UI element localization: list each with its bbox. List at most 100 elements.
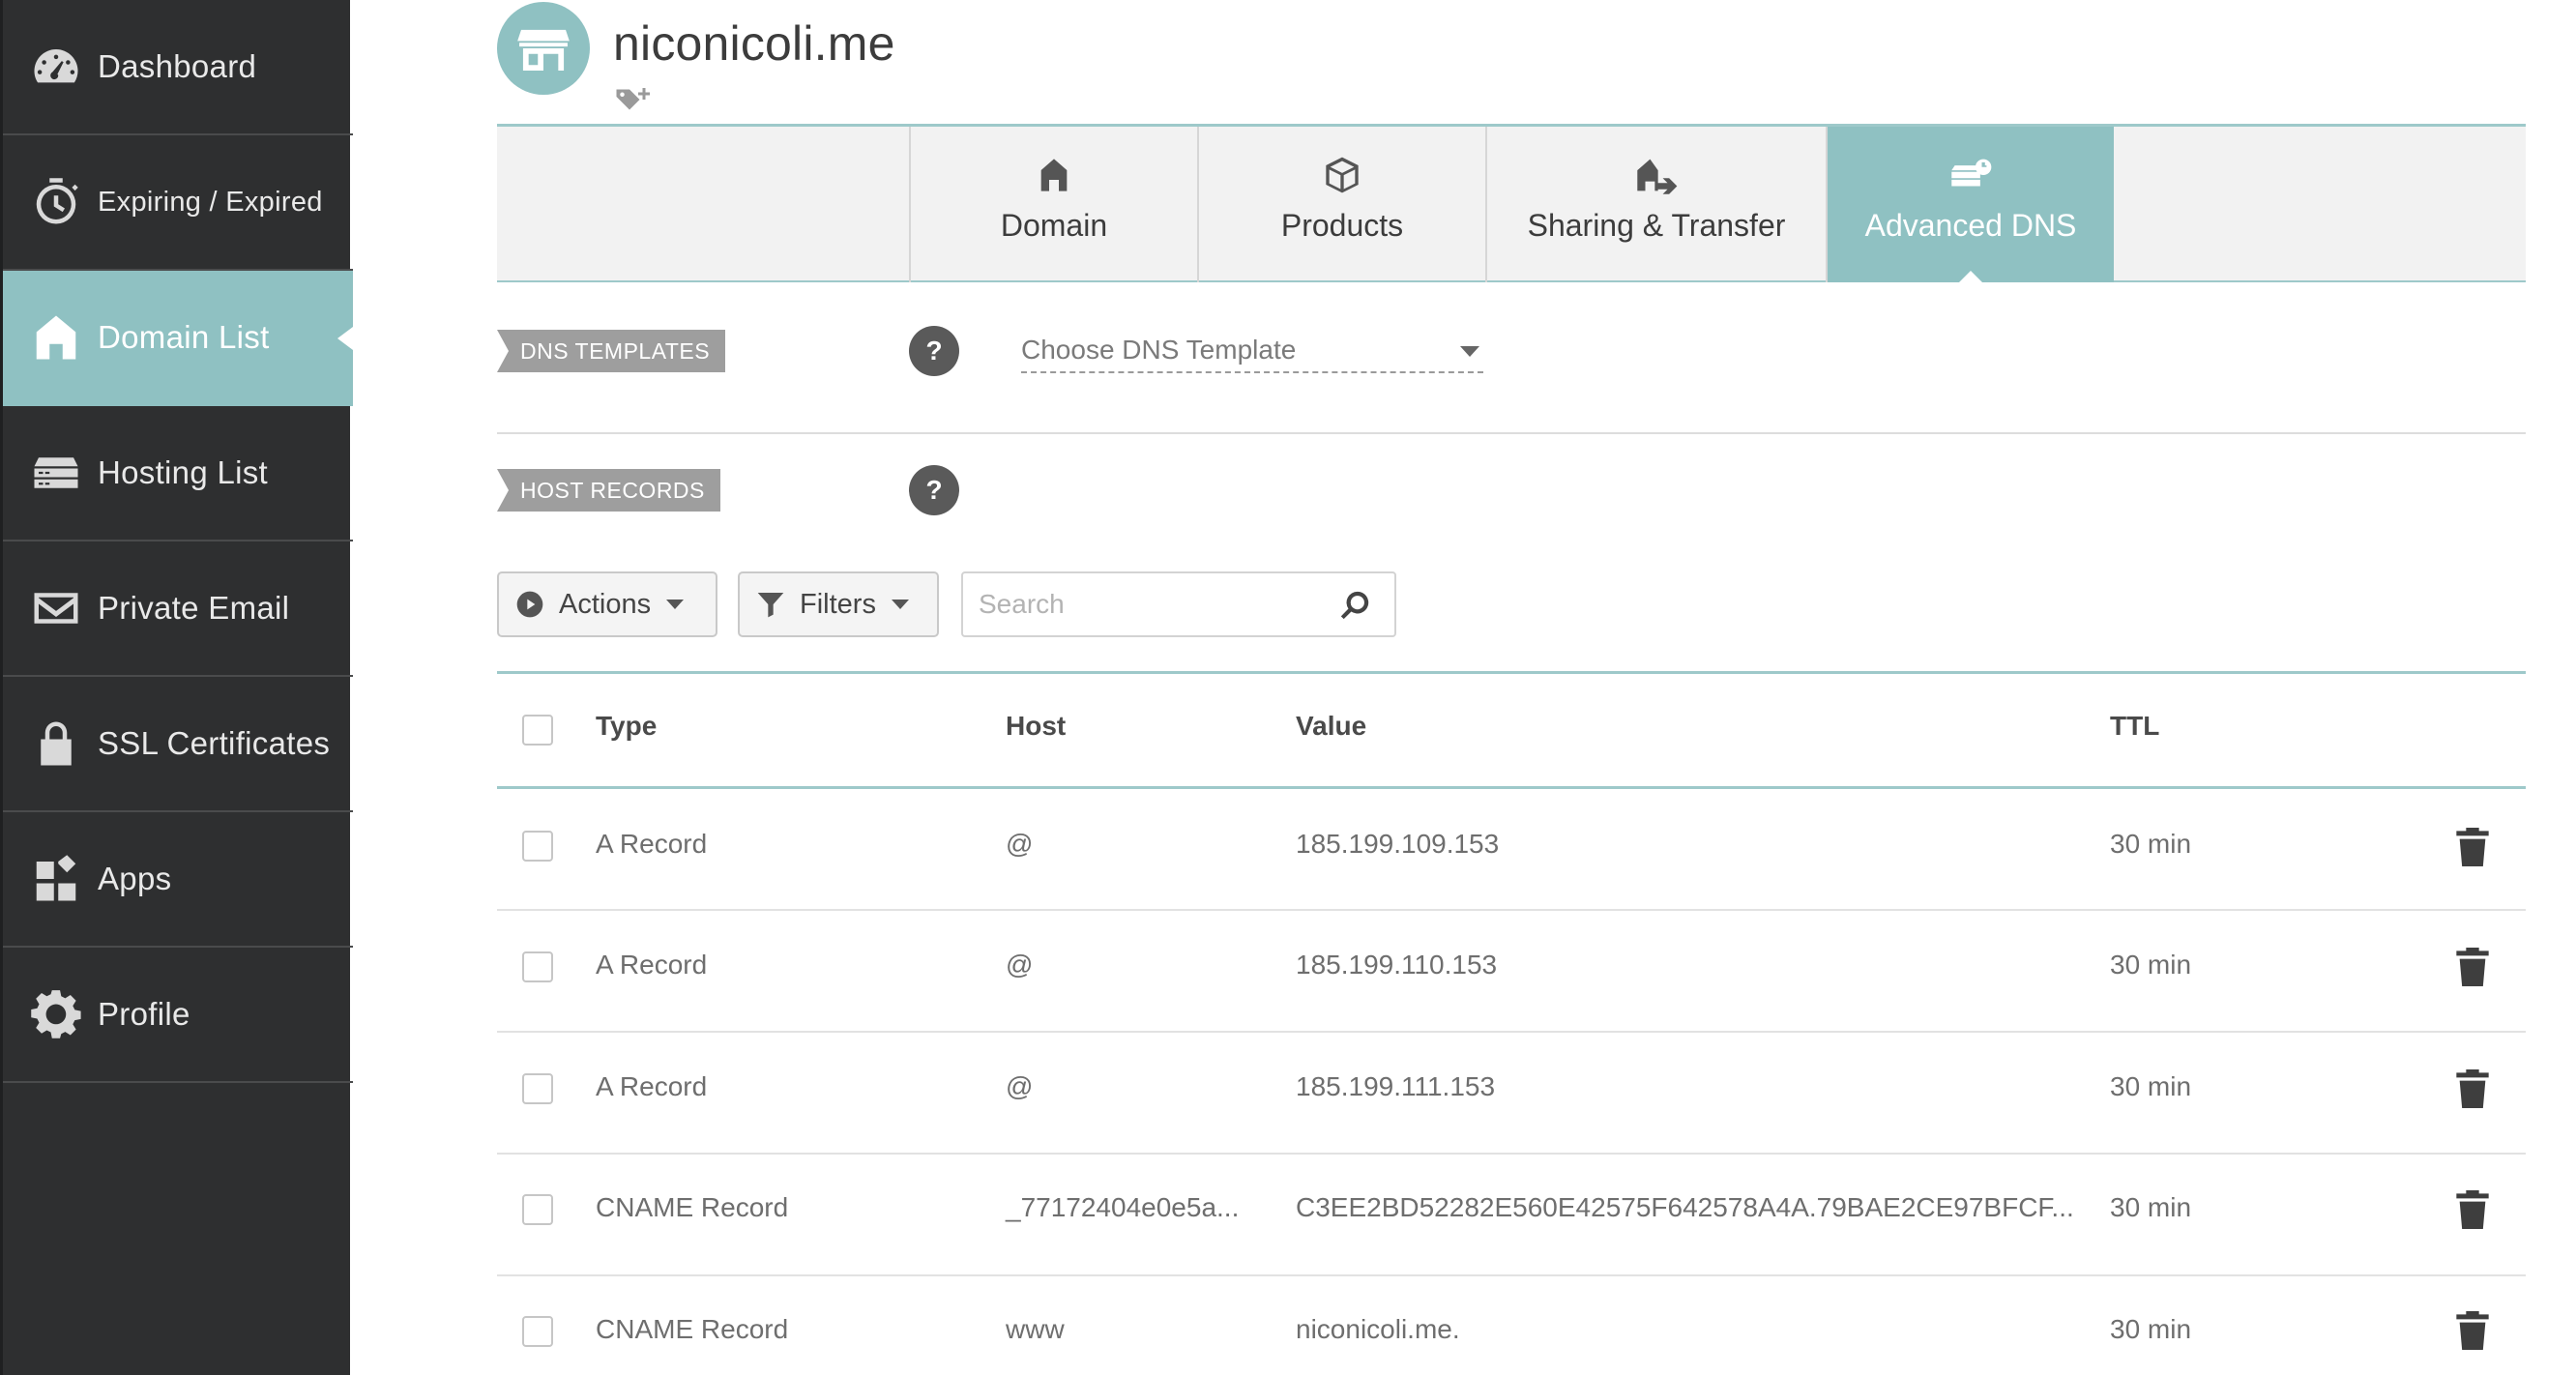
- filters-button-label: Filters: [800, 588, 876, 620]
- table-row: [497, 1276, 2526, 1375]
- house-icon: [1040, 159, 1068, 191]
- trash-icon[interactable]: [2456, 828, 2489, 866]
- chevron-down-icon: [666, 600, 685, 609]
- sidebar-item-label: Dashboard: [98, 48, 257, 84]
- tab-label: Products: [1280, 208, 1404, 243]
- actions-button[interactable]: Actions: [497, 571, 717, 637]
- sidebar-item-label: Hosting List: [98, 454, 269, 490]
- column-header-value[interactable]: Value: [1296, 711, 1366, 742]
- dns-templates-help-button[interactable]: ?: [909, 326, 959, 376]
- tab-label: Advanced DNS: [1864, 208, 2077, 243]
- record-host[interactable]: www: [1006, 1314, 1065, 1345]
- record-ttl[interactable]: 30 min: [2110, 1192, 2191, 1223]
- tab-advanced-dns[interactable]: Advanced DNS: [1826, 127, 2114, 284]
- sidebar-item-label: Expiring / Expired: [98, 186, 323, 218]
- row-checkbox[interactable]: [522, 1073, 553, 1104]
- dns-templates-label: DNS TEMPLATES: [497, 330, 726, 372]
- timer-icon: [28, 174, 84, 230]
- sidebar-item-profile[interactable]: Profile: [3, 948, 353, 1083]
- house-transfer-icon: [1637, 159, 1678, 194]
- lock-icon: [28, 716, 84, 772]
- record-type: A Record: [596, 829, 708, 859]
- sidebar-item-hosting-list[interactable]: Hosting List: [3, 406, 353, 541]
- select-all-checkbox[interactable]: [522, 715, 553, 746]
- record-type: A Record: [596, 950, 708, 980]
- column-header-type[interactable]: Type: [596, 711, 657, 742]
- record-value[interactable]: 185.199.110.153: [1296, 950, 1497, 980]
- tab-label: Domain: [1000, 208, 1108, 243]
- record-ttl[interactable]: 30 min: [2110, 1071, 2191, 1102]
- tab-domain[interactable]: Domain: [909, 127, 1197, 282]
- sidebar: Dashboard Expiring / Expired Domain List…: [0, 0, 353, 1375]
- record-host[interactable]: @: [1006, 829, 1033, 860]
- chevron-down-icon: [1460, 346, 1479, 357]
- page-title: niconicoli.me: [613, 16, 895, 71]
- record-host[interactable]: @: [1006, 950, 1033, 980]
- record-value[interactable]: C3EE2BD52282E560E42575F642578A4A.79BAE2C…: [1296, 1192, 2074, 1223]
- record-ttl[interactable]: 30 min: [2110, 829, 2191, 860]
- chevron-down-icon: [891, 600, 909, 609]
- record-value[interactable]: 185.199.111.153: [1296, 1071, 1495, 1102]
- record-host[interactable]: _77172404e0e5a...: [1006, 1192, 1239, 1223]
- record-type: CNAME Record: [596, 1314, 789, 1344]
- row-checkbox[interactable]: [522, 1194, 553, 1225]
- trash-icon[interactable]: [2456, 1190, 2489, 1229]
- server-icon: [28, 445, 84, 501]
- add-tag-icon[interactable]: [615, 85, 650, 114]
- host-records-help-button[interactable]: ?: [909, 465, 959, 515]
- table-row: [497, 789, 2526, 911]
- table-row: [497, 911, 2526, 1033]
- sidebar-item-private-email[interactable]: Private Email: [3, 541, 353, 677]
- sidebar-item-expiring[interactable]: Expiring / Expired: [3, 135, 353, 271]
- actions-button-label: Actions: [559, 588, 652, 620]
- row-checkbox[interactable]: [522, 1316, 553, 1347]
- tab-products[interactable]: Products: [1197, 127, 1485, 282]
- trash-icon[interactable]: [2456, 1311, 2489, 1350]
- column-header-ttl[interactable]: TTL: [2110, 711, 2159, 742]
- search-icon[interactable]: [1338, 589, 1371, 622]
- domain-tabs: Domain Products Sharing & Transfer Advan…: [497, 124, 2526, 284]
- gear-icon: [28, 986, 84, 1042]
- tab-sharing-transfer[interactable]: Sharing & Transfer: [1485, 127, 1826, 282]
- record-host[interactable]: @: [1006, 1071, 1033, 1102]
- envelope-icon: [28, 580, 84, 636]
- search-input[interactable]: [963, 573, 1311, 635]
- section-divider: [497, 432, 2526, 434]
- row-checkbox[interactable]: [522, 831, 553, 862]
- sidebar-item-label: Profile: [98, 996, 190, 1032]
- record-ttl[interactable]: 30 min: [2110, 950, 2191, 980]
- sidebar-item-label: Domain List: [98, 319, 270, 355]
- sidebar-item-apps[interactable]: Apps: [3, 812, 353, 948]
- record-value[interactable]: 185.199.109.153: [1296, 829, 1499, 860]
- server-settings-icon: [1951, 159, 1992, 187]
- record-value[interactable]: niconicoli.me.: [1296, 1314, 1460, 1345]
- search-box: [961, 571, 1396, 637]
- table-row: [497, 1033, 2526, 1155]
- host-records-label: HOST RECORDS: [497, 469, 720, 512]
- table-top-border: [497, 671, 2526, 674]
- record-ttl[interactable]: 30 min: [2110, 1314, 2191, 1345]
- record-type: CNAME Record: [596, 1192, 789, 1222]
- play-circle-icon: [516, 591, 543, 618]
- house-icon: [28, 309, 84, 366]
- sidebar-item-label: SSL Certificates: [98, 725, 331, 761]
- row-checkbox[interactable]: [522, 951, 553, 982]
- filters-button[interactable]: Filters: [738, 571, 939, 637]
- trash-icon[interactable]: [2456, 1069, 2489, 1108]
- column-header-host[interactable]: Host: [1006, 711, 1066, 742]
- apps-grid-icon: [28, 851, 84, 907]
- record-type: A Record: [596, 1071, 708, 1101]
- sidebar-item-dashboard[interactable]: Dashboard: [3, 0, 353, 135]
- tab-label: Sharing & Transfer: [1527, 208, 1786, 243]
- sidebar-item-domain-list[interactable]: Domain List: [3, 271, 353, 406]
- box-icon: [1326, 157, 1359, 193]
- dns-template-select-value: Choose DNS Template: [1021, 335, 1297, 365]
- sidebar-item-label: Private Email: [98, 590, 290, 626]
- dashboard-gauge-icon: [28, 39, 84, 95]
- sidebar-item-label: Apps: [98, 861, 172, 896]
- filter-icon: [757, 593, 784, 618]
- dns-template-select[interactable]: Choose DNS Template: [1021, 329, 1483, 373]
- trash-icon[interactable]: [2456, 948, 2489, 986]
- storefront-icon: [497, 2, 590, 95]
- sidebar-item-ssl-certificates[interactable]: SSL Certificates: [3, 677, 353, 812]
